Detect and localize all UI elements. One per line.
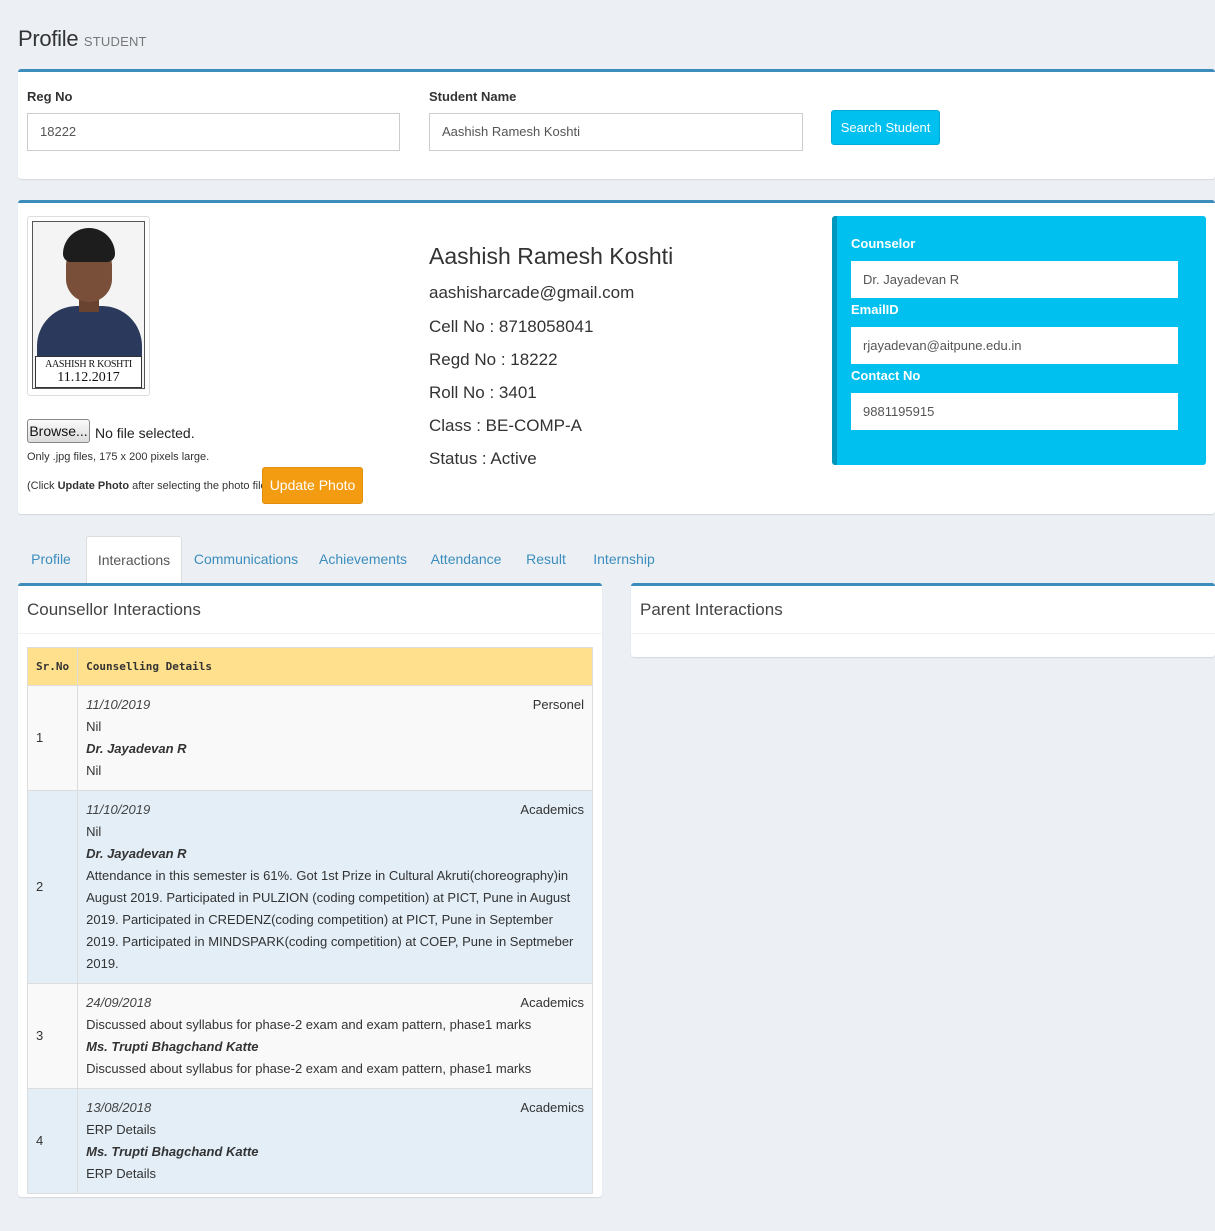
counselor-email-field: rjayadevan@aitpune.edu.in [851, 327, 1178, 364]
student-email: aashisharcade@gmail.com [429, 283, 635, 302]
interaction-details: ERP Details [86, 1166, 156, 1181]
row-sr: 2 [26, 790, 79, 984]
row-details: 13/08/2018 Academics ERP Details Ms. Trup… [77, 1088, 593, 1194]
reg-no-input[interactable]: 18222 [27, 113, 400, 151]
interaction-date: 11/10/2019 [86, 802, 151, 817]
file-status: No file selected. [95, 425, 195, 441]
col-counselling-details: Counselling Details [77, 647, 593, 686]
counselor-contact-field: 9881195915 [851, 393, 1178, 430]
student-search-panel: Reg No 18222 Student Name Aashish Ramesh… [18, 69, 1215, 179]
interaction-date: 13/08/2018 [86, 1100, 152, 1115]
interaction-counselor: Dr. Jayadevan R [86, 846, 187, 861]
interaction-type: Academics [520, 1100, 584, 1115]
tab-interactions[interactable]: Interactions [86, 536, 182, 583]
counselor-field: Dr. Jayadevan R [851, 261, 1178, 298]
interaction-details: Discussed about syllabus for phase-2 exa… [86, 1061, 532, 1076]
student-status: Status : Active [429, 449, 537, 468]
counselling-table: Sr.No Counselling Details 1 11/10/2019 Pe… [26, 647, 593, 1194]
interaction-details: Nil [86, 763, 102, 778]
col-sr-no: Sr.No [26, 647, 79, 686]
photo-caption: AASHISH R KOSHTI 11.12.2017 [35, 356, 142, 388]
student-roll: Roll No : 3401 [429, 383, 537, 402]
counsellor-interactions-panel: Counsellor Interactions Sr.No Counsellin… [18, 583, 602, 1197]
interaction-topic: Nil [86, 824, 102, 839]
interaction-counselor: Ms. Trupti Bhagchand Katte [86, 1144, 259, 1159]
counselor-panel: Counselor Dr. Jayadevan R EmailID rjayad… [832, 216, 1206, 465]
student-photo-frame: AASHISH R KOSHTI 11.12.2017 [27, 216, 150, 396]
row-sr: 3 [26, 983, 79, 1089]
profile-tabs: Profile Interactions Communications Achi… [18, 536, 1215, 583]
interaction-counselor: Dr. Jayadevan R [86, 741, 187, 756]
search-student-button[interactable]: Search Student [831, 110, 940, 145]
tab-communications[interactable]: Communications [184, 536, 308, 583]
interaction-topic: Discussed about syllabus for phase-2 exa… [86, 1017, 532, 1032]
student-profile-panel: AASHISH R KOSHTI 11.12.2017 Browse... No… [18, 200, 1215, 514]
row-details: 11/10/2019 Personel Nil Dr. Jayadevan R N… [77, 685, 593, 791]
interaction-counselor: Ms. Trupti Bhagchand Katte [86, 1039, 259, 1054]
update-photo-button[interactable]: Update Photo [262, 467, 363, 504]
student-cell: Cell No : 8718058041 [429, 317, 594, 336]
counselor-contact-label: Contact No [851, 368, 921, 383]
student-regd: Regd No : 18222 [429, 350, 558, 369]
counselor-label: Counselor [851, 236, 916, 251]
table-row: 1 11/10/2019 Personel Nil Dr. Jayadevan R… [26, 685, 593, 791]
student-class: Class : BE-COMP-A [429, 416, 583, 435]
table-row: 4 13/08/2018 Academics ERP Details Ms. Tr… [26, 1088, 593, 1194]
student-photo: AASHISH R KOSHTI 11.12.2017 [32, 221, 145, 389]
parent-interactions-panel: Parent Interactions [631, 583, 1215, 657]
student-full-name: Aashish Ramesh Koshti [429, 243, 674, 269]
row-sr: 1 [26, 685, 79, 791]
counsellor-interactions-title: Counsellor Interactions [27, 600, 201, 619]
row-sr: 4 [26, 1088, 79, 1194]
interaction-topic: ERP Details [86, 1122, 156, 1137]
photo-hint: Only .jpg files, 175 x 200 pixels large. [27, 451, 210, 463]
page-title: Profile [18, 26, 79, 51]
table-row: 3 24/09/2018 Academics Discussed about sy… [26, 983, 593, 1089]
interaction-type: Personel [532, 697, 584, 712]
interaction-date: 24/09/2018 [86, 995, 152, 1010]
page-subtitle: STUDENT [83, 34, 147, 49]
interaction-type: Academics [520, 802, 584, 817]
tab-achievements[interactable]: Achievements [310, 536, 416, 583]
tab-attendance[interactable]: Attendance [420, 536, 512, 583]
parent-interactions-title: Parent Interactions [640, 600, 783, 619]
table-row: 2 11/10/2019 Academics Nil Dr. Jayadevan … [26, 790, 593, 984]
page-header: Profile STUDENT [18, 26, 147, 52]
interaction-topic: Nil [86, 719, 102, 734]
student-name-label: Student Name [429, 89, 517, 104]
student-name-input[interactable]: Aashish Ramesh Koshti [429, 113, 803, 151]
photo-hint-update: (Click Update Photo after selecting the … [27, 480, 271, 492]
reg-no-label: Reg No [27, 89, 73, 104]
browse-file-button[interactable]: Browse... [27, 419, 90, 443]
row-details: 11/10/2019 Academics Nil Dr. Jayadevan R … [77, 790, 593, 984]
interaction-date: 11/10/2019 [86, 697, 151, 712]
row-details: 24/09/2018 Academics Discussed about syll… [77, 983, 593, 1089]
counselor-email-label: EmailID [851, 302, 899, 317]
interaction-type: Academics [520, 995, 584, 1010]
tab-profile[interactable]: Profile [18, 536, 84, 583]
tab-result[interactable]: Result [516, 536, 576, 583]
tab-internship[interactable]: Internship [582, 536, 666, 583]
interaction-details: Attendance in this semester is 61%. Got … [86, 868, 574, 971]
